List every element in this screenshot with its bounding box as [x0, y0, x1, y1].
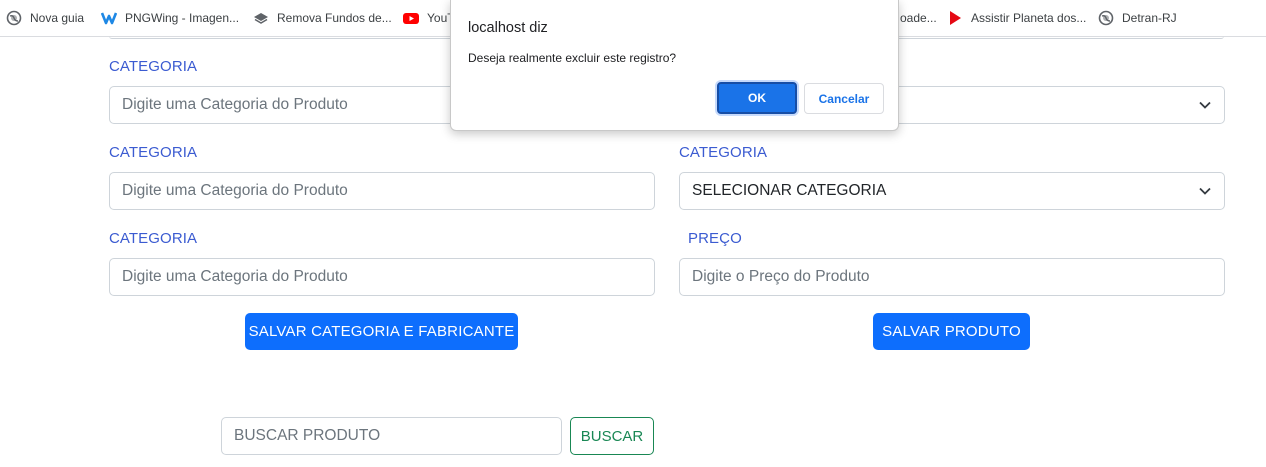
pngwing-logo-icon — [101, 10, 117, 26]
category-label-1: CATEGORIA — [109, 58, 198, 75]
save-product-button[interactable]: SALVAR PRODUTO — [873, 313, 1030, 350]
globe-icon — [1098, 10, 1114, 26]
confirm-dialog: localhost diz Deseja realmente excluir e… — [450, 0, 899, 131]
search-input[interactable]: BUSCAR PRODUTO — [221, 417, 562, 455]
bookmark-remova-fundos[interactable]: Remova Fundos de... — [253, 9, 392, 27]
category-label-3: CATEGORIA — [679, 144, 768, 161]
bookmark-detran[interactable]: Detran-RJ — [1098, 9, 1177, 27]
bookmark-pngwing[interactable]: PNGWing - Imagen... — [101, 9, 239, 27]
bookmark-nova-guia[interactable]: Nova guia — [6, 9, 84, 27]
save-category-manufacturer-button[interactable]: SALVAR CATEGORIA E FABRICANTE — [245, 313, 518, 350]
category-input-3[interactable]: Digite uma Categoria do Produto — [109, 258, 655, 296]
youtube-icon — [403, 10, 419, 26]
bookmark-label: Assistir Planeta dos... — [971, 11, 1087, 25]
category-select-2[interactable]: SELECIONAR CATEGORIA — [679, 172, 1225, 210]
price-label: PREÇO — [688, 230, 742, 247]
globe-icon — [6, 10, 22, 26]
bookmark-planeta[interactable]: Assistir Planeta dos... — [947, 9, 1086, 27]
category-select-2-value: SELECIONAR CATEGORIA — [692, 182, 887, 199]
play-icon — [947, 10, 963, 26]
price-input-placeholder: Digite o Preço do Produto — [692, 268, 870, 285]
category-input-2-placeholder: Digite uma Categoria do Produto — [122, 182, 348, 199]
dialog-message: Deseja realmente excluir este registro? — [468, 51, 677, 65]
dialog-title: localhost diz — [468, 20, 548, 36]
bookmark-label: PNGWing - Imagen... — [125, 11, 240, 25]
bookmark-partial[interactable]: oade... — [900, 9, 937, 27]
chevron-down-icon — [1199, 101, 1211, 109]
ok-button[interactable]: OK — [717, 82, 797, 114]
category-label-4: CATEGORIA — [109, 230, 198, 247]
category-input-2[interactable]: Digite uma Categoria do Produto — [109, 172, 655, 210]
bookmark-label: Remova Fundos de... — [277, 11, 392, 25]
layers-icon — [253, 10, 269, 26]
price-input[interactable]: Digite o Preço do Produto — [679, 258, 1225, 296]
search-button[interactable]: BUSCAR — [570, 417, 654, 455]
bookmark-label: oade... — [900, 11, 937, 25]
search-input-placeholder: BUSCAR PRODUTO — [234, 427, 381, 444]
bookmark-label: Nova guia — [30, 11, 85, 25]
cancel-button[interactable]: Cancelar — [804, 83, 884, 114]
bookmark-label: Detran-RJ — [1122, 11, 1177, 25]
bookmark-youtube[interactable]: YouT — [403, 9, 455, 27]
category-input-3-placeholder: Digite uma Categoria do Produto — [122, 268, 348, 285]
category-input-1-placeholder: Digite uma Categoria do Produto — [122, 96, 348, 113]
chevron-down-icon — [1199, 187, 1211, 195]
category-label-2: CATEGORIA — [109, 144, 198, 161]
